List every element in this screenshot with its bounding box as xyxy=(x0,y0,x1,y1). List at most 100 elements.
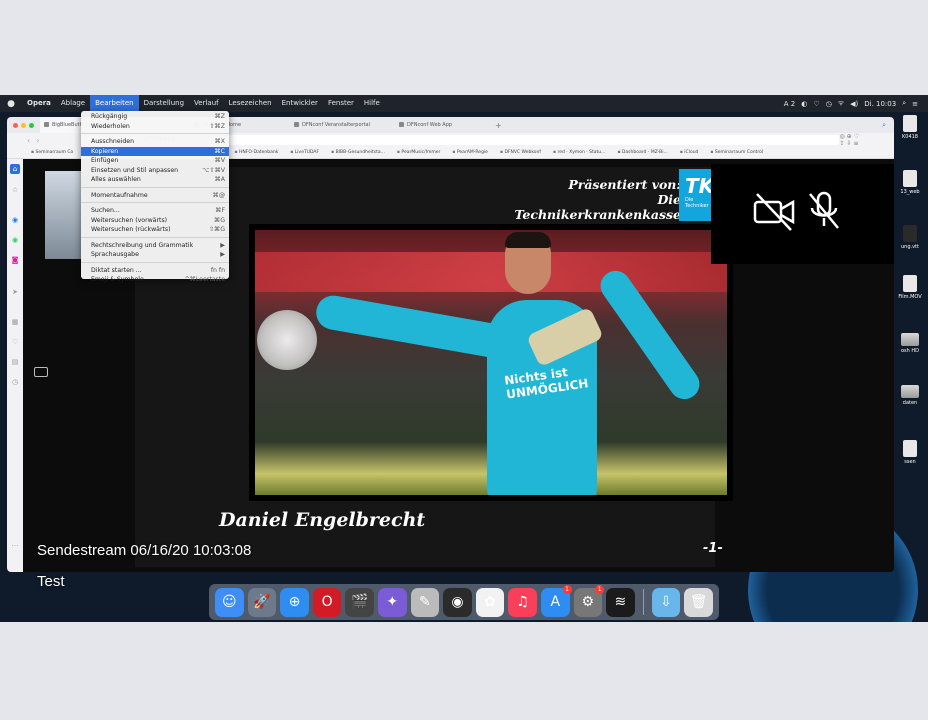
control-center-icon[interactable]: ≡ xyxy=(912,100,918,108)
bookmark-item[interactable]: Seminarraum Co xyxy=(31,150,73,155)
menu-item-shortcut: ⇧⌘Z xyxy=(209,122,225,130)
desktop-file[interactable]: K0418 xyxy=(894,115,926,140)
forward-icon[interactable]: › xyxy=(36,136,39,145)
desktop-drive[interactable]: daten xyxy=(894,385,926,406)
menu-verlauf[interactable]: Verlauf xyxy=(189,95,224,112)
wifi-icon[interactable]: ᯤ xyxy=(838,99,844,108)
desktop-drive[interactable]: osh HD xyxy=(894,333,926,354)
menu-item[interactable]: Weitersuchen (rückwärts) ⇧⌘G xyxy=(81,225,229,235)
microphone-off-icon[interactable] xyxy=(807,190,841,232)
dock-music-icon[interactable]: ♫ xyxy=(508,587,537,617)
bookmark-item[interactable]: red · Xymon · Statu... xyxy=(553,150,605,155)
camera-off-icon[interactable] xyxy=(753,192,795,232)
minimize-window-button[interactable] xyxy=(21,122,26,128)
dock-final-cut-icon[interactable]: 🎬 xyxy=(345,587,374,617)
dock-app-store-icon[interactable]: A1 xyxy=(540,584,572,617)
new-tab-button[interactable]: + xyxy=(485,121,512,130)
volume-icon[interactable]: ◀) xyxy=(850,100,858,108)
menu-hilfe[interactable]: Hilfe xyxy=(359,95,385,112)
dock-system-preferences-icon[interactable]: ⚙ 1 xyxy=(573,584,605,617)
presentation-toggle-icon[interactable] xyxy=(34,367,48,377)
desktop-file[interactable]: Film.MOV xyxy=(894,275,926,300)
menu-entwickler[interactable]: Entwickler xyxy=(277,95,323,112)
menu-item[interactable]: Wiederholen ⇧⌘Z xyxy=(81,122,229,132)
tab-search-icon[interactable]: ⌕ xyxy=(882,121,894,130)
star-icon[interactable]: ☆ xyxy=(10,185,20,195)
menu-item[interactable]: Ausschneiden ⌘X xyxy=(81,137,229,147)
zoom-window-button[interactable] xyxy=(29,122,34,128)
apple-icon[interactable]: ● xyxy=(0,99,22,109)
menu-item[interactable]: Einsetzen und Stil anpassen ⌥⇧⌘V xyxy=(81,166,229,176)
menu-bearbeiten[interactable]: Bearbeiten xyxy=(90,95,139,112)
send-icon[interactable]: ➤ xyxy=(10,287,20,297)
whatsapp-icon[interactable]: ◉ xyxy=(10,235,20,245)
bookmark-item[interactable]: DFNVC Webkonf xyxy=(500,150,541,155)
menu-item[interactable]: Alles auswählen ⌘A xyxy=(81,175,229,185)
menu-item[interactable]: Rechtschreibung und Grammatik ▶ xyxy=(81,241,229,251)
menu-item[interactable]: Suchen... ⌘F xyxy=(81,206,229,216)
slide-caption-name: Daniel Engelbrecht xyxy=(219,509,426,531)
status-icon-1[interactable]: ◐ xyxy=(801,100,807,108)
back-icon[interactable]: ‹ xyxy=(27,136,30,145)
menu-item-label: Sprachausgabe xyxy=(91,251,139,258)
tab-dfnconf-portal[interactable]: DFNconf Veranstalterportal xyxy=(290,117,395,133)
menu-item[interactable]: Momentaufnahme ⌘@ xyxy=(81,191,229,201)
keyboard-layout-icon[interactable]: A 2 xyxy=(784,100,795,108)
desktop-file[interactable]: ung.vtt xyxy=(894,225,926,250)
toolbar-icons[interactable]: ◎⊕♡ ⇪⇩≡ xyxy=(839,133,894,147)
menu-item[interactable]: Kopieren ⌘C xyxy=(81,146,229,156)
menu-ablage[interactable]: Ablage xyxy=(56,95,90,112)
grid-icon[interactable]: ▦ xyxy=(10,317,20,327)
bookmark-item[interactable]: PearMusic/Immer xyxy=(397,150,440,155)
menu-item[interactable]: Diktat starten ... fn fn xyxy=(81,266,229,276)
menu-item[interactable]: Einfügen ⌘V xyxy=(81,156,229,166)
heart-icon[interactable]: ♡ xyxy=(10,337,20,347)
news-icon[interactable]: ▤ xyxy=(10,357,20,367)
dock-opera-icon[interactable]: O xyxy=(312,587,342,617)
tab-dfnconf-webapp[interactable]: DFNconf Web App xyxy=(395,117,485,133)
menu-item-label: Kopieren xyxy=(91,147,119,155)
bookmark-item[interactable]: iCloud xyxy=(680,150,698,155)
menu-darstellung[interactable]: Darstellung xyxy=(139,95,189,112)
instagram-icon[interactable]: ◙ xyxy=(10,255,20,265)
close-window-button[interactable] xyxy=(13,122,18,128)
speed-dial-icon[interactable]: ⌂ xyxy=(10,164,20,174)
menu-fenster[interactable]: Fenster xyxy=(323,95,359,112)
participant-thumbnail[interactable] xyxy=(45,171,81,259)
bookmark-item[interactable]: BIBB-Gesundheitsta... xyxy=(331,150,385,155)
dock-finder-icon[interactable]: ☺ xyxy=(215,587,244,617)
menu-lesezeichen[interactable]: Lesezeichen xyxy=(224,95,277,112)
menu-app-name[interactable]: Opera xyxy=(22,95,56,112)
dock-activity-monitor-icon[interactable]: ≋ xyxy=(606,587,635,617)
heart-icon[interactable]: ♡ xyxy=(813,100,819,108)
menu-item[interactable]: Emoji & Symbole ^⌘Leertaste xyxy=(81,275,229,285)
bookmark-item[interactable]: LiveTUDAF xyxy=(290,150,319,155)
desktop-file[interactable]: 13_web xyxy=(894,170,926,195)
bookmark-item[interactable]: HNFO-Datenbank xyxy=(235,150,278,155)
dock-safari-icon[interactable]: ⊕ xyxy=(280,587,309,617)
spotlight-icon[interactable]: ⌕ xyxy=(902,99,906,108)
dock-app-6-icon[interactable]: ✦ xyxy=(377,587,407,617)
menu-item-label: Alles auswählen xyxy=(91,176,141,183)
dock-app-8-icon[interactable]: ◉ xyxy=(443,587,472,617)
dock-photos-icon[interactable]: ✿ xyxy=(475,587,505,617)
more-icon[interactable]: … xyxy=(10,539,20,549)
menu-item[interactable]: Rückgängig ⌘Z xyxy=(81,112,229,122)
dock-launchpad-icon[interactable]: 🚀 xyxy=(247,587,277,617)
bookmark-item[interactable]: PearAM-Regie xyxy=(452,150,488,155)
menu-item[interactable]: Weitersuchen (vorwärts) ⌘G xyxy=(81,216,229,226)
menubar-clock[interactable]: Di. 10:03 xyxy=(864,100,896,108)
bookmark-item[interactable]: Seminarraum Control xyxy=(710,150,763,155)
bookmark-item[interactable]: Dashboard - MZ-Bi... xyxy=(617,150,668,155)
menu-item-label: Weitersuchen (vorwärts) xyxy=(91,216,168,224)
messenger-icon[interactable]: ◉ xyxy=(10,215,20,225)
menu-item[interactable]: Sprachausgabe ▶ xyxy=(81,250,229,260)
dock-downloads-folder-icon[interactable]: ⇩ xyxy=(651,587,681,617)
url-field[interactable]: 97966918 xyxy=(140,135,840,145)
clock-icon[interactable]: ◷ xyxy=(826,100,832,108)
dock-app-7-icon[interactable]: ✎ xyxy=(410,587,440,617)
history-icon[interactable]: ◷ xyxy=(10,377,20,387)
desktop-file[interactable]: ssen xyxy=(894,440,926,465)
dock-glyph: ⚙ xyxy=(581,594,595,610)
dock-trash-icon[interactable]: 🗑 xyxy=(684,587,713,617)
